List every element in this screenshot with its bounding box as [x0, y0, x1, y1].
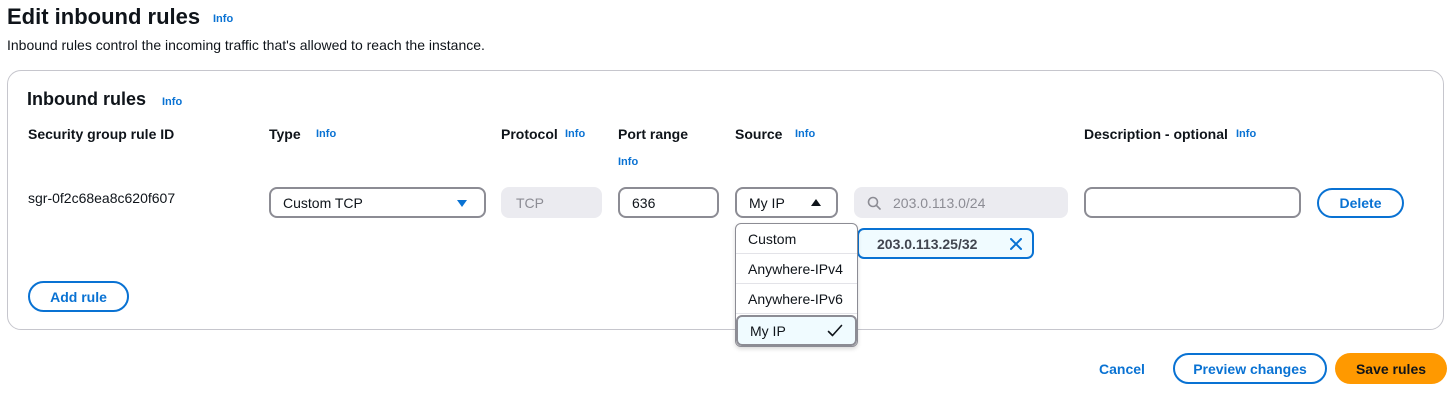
source-select[interactable]: My IP — [735, 187, 838, 218]
protocol-field: TCP — [501, 187, 602, 218]
preview-changes-button[interactable]: Preview changes — [1173, 353, 1327, 384]
column-header-type: Type — [269, 126, 301, 142]
cidr-token: 203.0.113.25/32 — [857, 228, 1034, 259]
delete-button-label: Delete — [1339, 195, 1382, 211]
caret-up-icon — [811, 199, 821, 206]
column-header-source: Source — [735, 126, 783, 142]
column-header-port-range: Port range — [618, 126, 689, 142]
type-select-value: Custom TCP — [283, 194, 363, 211]
page-description: Inbound rules control the incoming traff… — [7, 37, 485, 53]
source-info-link[interactable]: Info — [795, 128, 815, 140]
check-icon — [827, 324, 843, 337]
column-header-description: Description - optional — [1084, 126, 1228, 142]
save-rules-label: Save rules — [1355, 360, 1427, 377]
option-label: Custom — [748, 230, 797, 247]
close-icon[interactable] — [1010, 238, 1022, 250]
port-range-input[interactable]: 636 — [618, 187, 719, 218]
add-rule-label: Add rule — [50, 288, 107, 305]
panel-title: Inbound rules — [27, 89, 146, 109]
add-rule-button[interactable]: Add rule — [28, 281, 129, 312]
delete-button[interactable]: Delete — [1317, 188, 1404, 218]
column-header-protocol: Protocol — [501, 126, 558, 142]
type-info-link[interactable]: Info — [316, 128, 336, 140]
save-rules-button[interactable]: Save rules — [1335, 353, 1447, 384]
option-label: Anywhere-IPv4 — [748, 260, 843, 277]
description-input[interactable] — [1084, 187, 1301, 218]
description-info-link[interactable]: Info — [1236, 128, 1256, 140]
cidr-placeholder: 203.0.113.0/24 — [893, 194, 986, 211]
protocol-value: TCP — [516, 194, 544, 211]
page-info-link[interactable]: Info — [213, 13, 233, 25]
port-range-info-link[interactable]: Info — [618, 156, 638, 168]
source-select-value: My IP — [749, 194, 785, 211]
protocol-info-link[interactable]: Info — [565, 128, 585, 140]
cidr-search-input: 203.0.113.0/24 — [854, 187, 1068, 218]
page-title: Edit inbound rules — [7, 4, 201, 29]
dropdown-option-custom[interactable]: Custom — [736, 224, 857, 254]
dropdown-option-anywhere-ipv6[interactable]: Anywhere-IPv6 — [736, 284, 857, 314]
rule-id-value: sgr-0f2c68ea8c620f607 — [28, 190, 176, 206]
source-dropdown-menu: Custom Anywhere-IPv4 Anywhere-IPv6 My IP — [735, 223, 858, 347]
option-label: Anywhere-IPv6 — [748, 290, 843, 307]
port-range-value: 636 — [632, 194, 656, 211]
preview-changes-label: Preview changes — [1193, 360, 1307, 377]
option-label: My IP — [750, 322, 786, 339]
search-icon — [867, 196, 881, 210]
column-header-rule-id: Security group rule ID — [28, 126, 175, 142]
panel-info-link[interactable]: Info — [162, 96, 182, 108]
type-select[interactable]: Custom TCP — [269, 187, 486, 218]
caret-down-icon — [457, 200, 467, 207]
cancel-button[interactable]: Cancel — [1099, 361, 1145, 377]
cidr-token-label: 203.0.113.25/32 — [877, 235, 978, 252]
dropdown-option-anywhere-ipv4[interactable]: Anywhere-IPv4 — [736, 254, 857, 284]
dropdown-option-my-ip[interactable]: My IP — [736, 315, 857, 346]
